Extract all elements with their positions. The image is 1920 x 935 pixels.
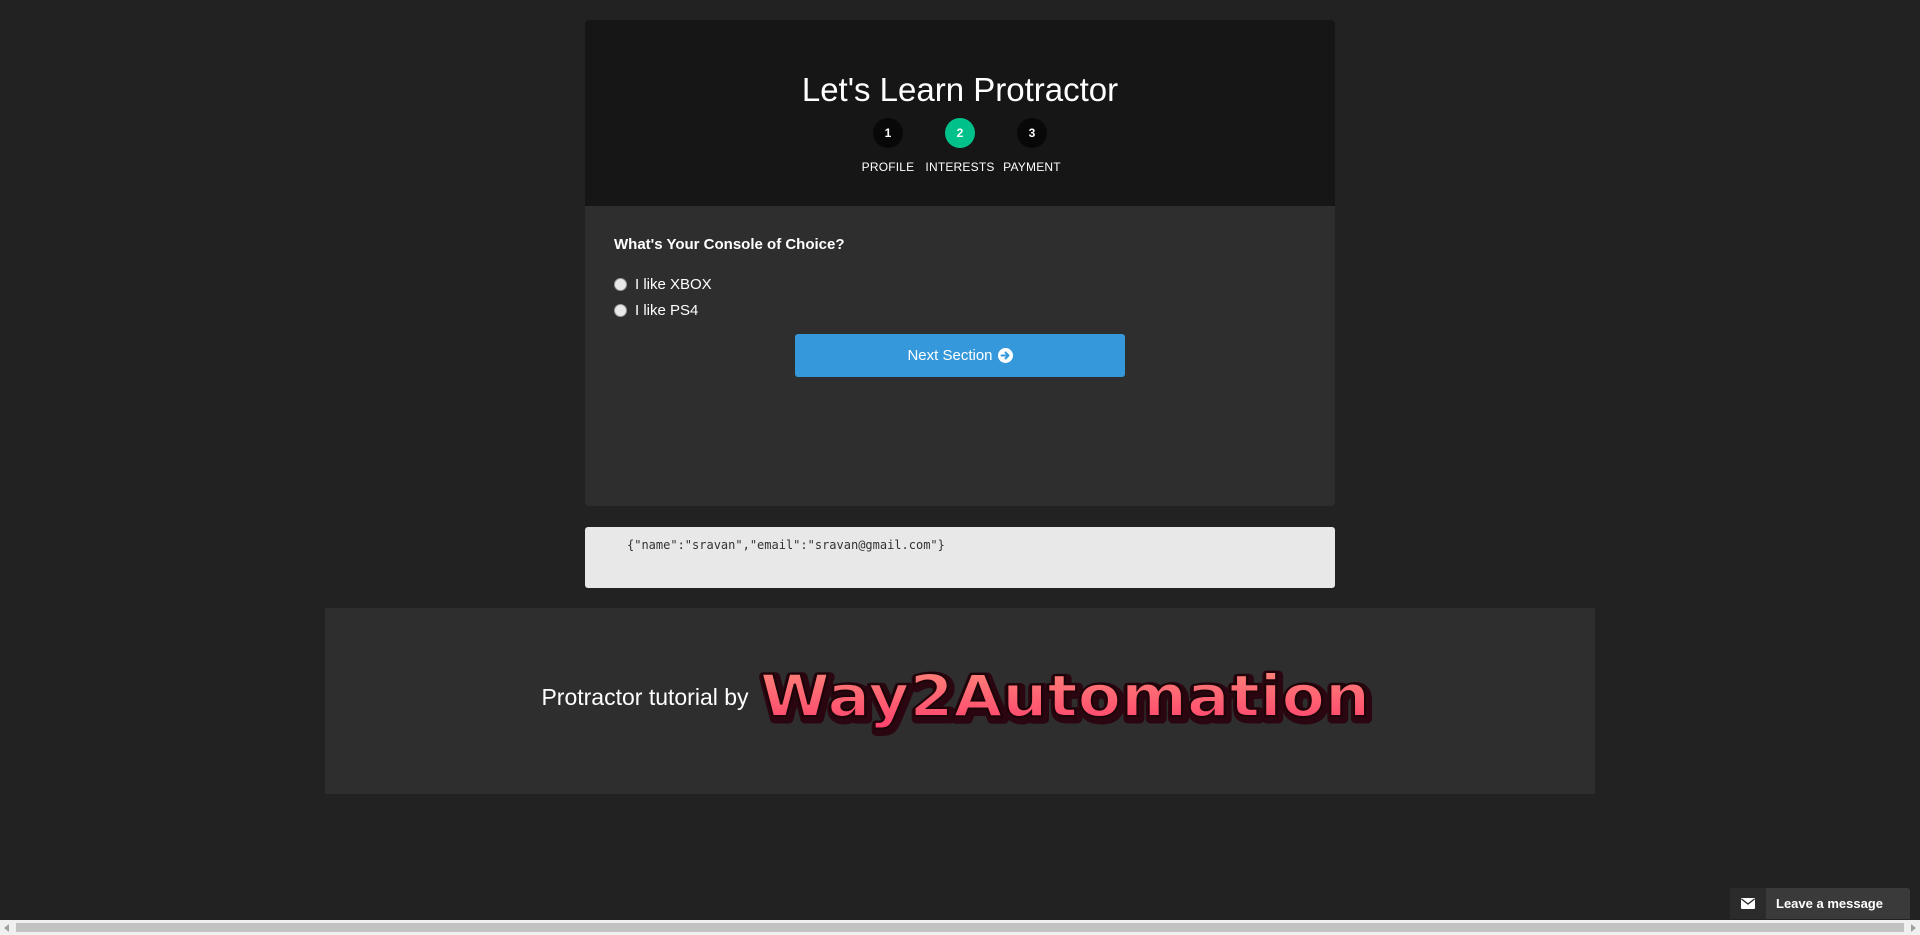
xbox-radio[interactable] bbox=[614, 277, 627, 291]
footer-text: Protractor tutorial by bbox=[541, 683, 749, 710]
form-body: What's Your Console of Choice? I like XB… bbox=[585, 206, 1335, 353]
console-question: What's Your Console of Choice? bbox=[614, 236, 845, 253]
envelope-icon bbox=[1730, 888, 1766, 919]
arrow-circle-right-icon bbox=[997, 348, 1013, 363]
scroll-right-icon[interactable] bbox=[1911, 924, 1916, 932]
option-label: I like XBOX bbox=[635, 275, 712, 293]
step-payment[interactable]: 3 PAYMENT bbox=[1003, 118, 1061, 174]
horizontal-scrollbar[interactable] bbox=[0, 920, 1920, 935]
progress-steps: 1 PROFILE 2 INTERESTS 3 PAYMENT bbox=[585, 118, 1335, 174]
step-label: INTERESTS bbox=[925, 160, 995, 174]
option-xbox[interactable]: I like XBOX bbox=[614, 271, 1306, 297]
step-label: PAYMENT bbox=[1003, 160, 1061, 174]
way2automation-logo: Way2Automation Way2Automation bbox=[757, 661, 1379, 741]
scrollbar-thumb[interactable] bbox=[16, 923, 1904, 932]
form-data-preview: {"name":"sravan","email":"sravan@gmail.c… bbox=[585, 527, 1335, 588]
signup-form: Let's Learn Protractor 1 PROFILE 2 INTER… bbox=[585, 20, 1335, 506]
step-number: 1 bbox=[873, 118, 903, 148]
step-label: PROFILE bbox=[861, 160, 915, 174]
logo-text: Way2Automation bbox=[760, 662, 1370, 730]
footer-banner: Protractor tutorial by Way2Automation Wa… bbox=[325, 608, 1595, 794]
option-ps4[interactable]: I like PS4 bbox=[614, 297, 1306, 323]
step-number: 3 bbox=[1017, 118, 1047, 148]
step-profile[interactable]: 1 PROFILE bbox=[859, 118, 917, 174]
step-number: 2 bbox=[945, 118, 975, 148]
form-title: Let's Learn Protractor bbox=[801, 71, 1119, 108]
scroll-left-icon[interactable] bbox=[4, 924, 9, 932]
leave-message-button[interactable]: Leave a message bbox=[1730, 888, 1910, 919]
next-section-button[interactable]: Next Section bbox=[795, 334, 1125, 377]
form-header: Let's Learn Protractor 1 PROFILE 2 INTER… bbox=[585, 20, 1335, 206]
option-label: I like PS4 bbox=[635, 301, 699, 319]
next-section-label: Next Section bbox=[907, 347, 993, 364]
leave-message-label: Leave a message bbox=[1776, 896, 1883, 911]
ps4-radio[interactable] bbox=[614, 303, 627, 317]
step-interests[interactable]: 2 INTERESTS bbox=[925, 118, 994, 174]
